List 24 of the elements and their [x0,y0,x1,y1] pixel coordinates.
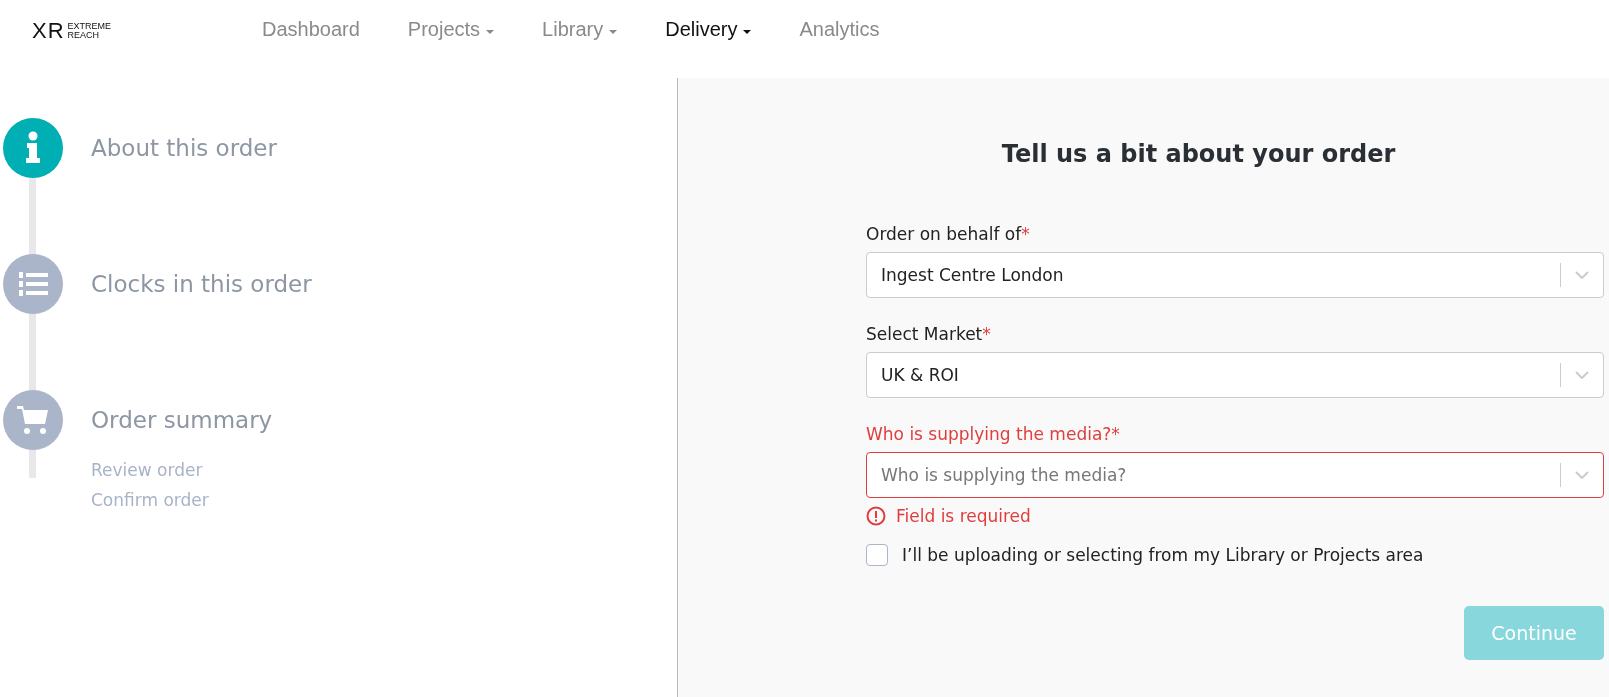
nav-link[interactable]: Dashboard [262,18,360,41]
field-label: Select Market* [866,324,991,344]
substep-link[interactable]: Review order [91,460,677,480]
field-label: Who is supplying the media?* [866,424,1120,444]
nav-link[interactable]: Library [542,18,618,41]
checkbox-label: I’ll be uploading or selecting from my Library or Projects area [902,545,1424,565]
error-icon [866,506,886,526]
dropdown-field[interactable]: UK & ROI [866,352,1604,398]
dropdown-field[interactable]: Ingest Centre London [866,252,1604,298]
step-label[interactable]: About this order [91,135,277,161]
error-message: Field is required [896,506,1031,526]
step-label[interactable]: Clocks in this order [91,271,312,297]
chevron-down-icon [1575,271,1589,279]
dropdown-field[interactable]: Who is supplying the media? [866,452,1604,498]
nav-link[interactable]: Projects [407,18,495,41]
substep-link[interactable]: Confirm order [91,490,677,510]
step-label[interactable]: Order summary [91,407,273,433]
chevron-down-icon [1575,471,1589,479]
checkbox[interactable] [866,544,888,566]
nav-link[interactable]: Delivery [665,18,752,41]
field-label: Order on behalf of* [866,224,1030,244]
chevron-down-icon [1575,371,1589,379]
nav-link[interactable]: Analytics [799,18,880,41]
form-title: Tell us a bit about your order [1001,140,1396,168]
